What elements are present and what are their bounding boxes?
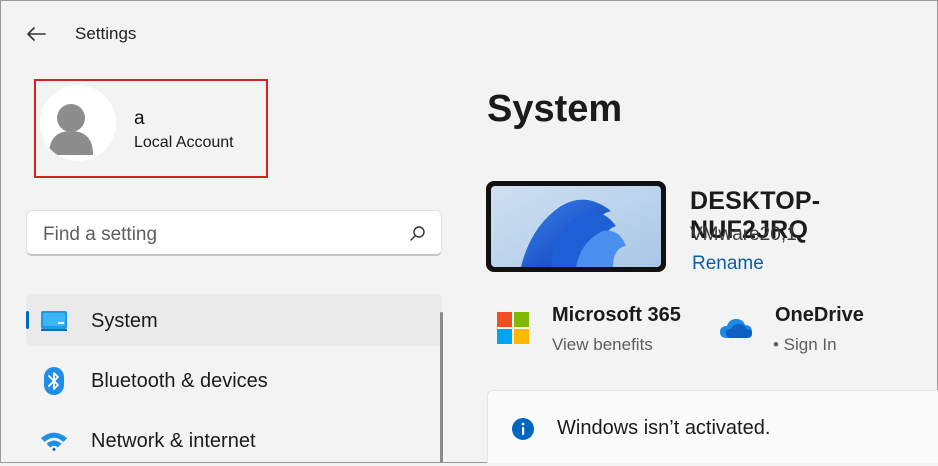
window-title: Settings — [75, 24, 137, 43]
back-button[interactable] — [22, 20, 50, 48]
bluetooth-icon — [40, 367, 68, 395]
rename-link[interactable]: Rename — [692, 253, 764, 275]
wifi-icon — [40, 428, 68, 454]
sidebar-item-system[interactable]: System — [26, 294, 442, 346]
back-arrow-icon — [27, 27, 46, 41]
selection-indicator — [26, 311, 29, 329]
search-icon[interactable] — [409, 225, 427, 243]
search-input[interactable]: Find a setting — [43, 224, 157, 246]
device-wallpaper-image — [486, 181, 666, 272]
page-title: System — [487, 88, 623, 130]
search-box[interactable]: Find a setting — [26, 210, 442, 256]
onedrive-cloud-icon[interactable] — [719, 316, 753, 340]
sidebar-scrollbar[interactable] — [440, 312, 443, 463]
account-highlight-box — [34, 79, 268, 178]
device-model: VMware20,1 — [690, 224, 797, 245]
onedrive-title[interactable]: OneDrive — [775, 304, 864, 327]
info-icon — [512, 418, 534, 440]
system-monitor-icon — [40, 308, 68, 334]
sidebar-item-label: System — [91, 310, 158, 332]
sidebar-item-label: Bluetooth & devices — [91, 370, 268, 392]
sidebar-item-label: Network & internet — [91, 430, 256, 452]
sidebar-item-network[interactable]: Network & internet — [26, 414, 442, 466]
microsoft365-view-benefits-link[interactable]: View benefits — [552, 335, 653, 355]
activation-message: Windows isn’t activated. — [557, 417, 771, 439]
activation-banner[interactable]: Windows isn’t activated. — [487, 390, 938, 463]
microsoft365-title[interactable]: Microsoft 365 — [552, 304, 681, 327]
sidebar-item-bluetooth[interactable]: Bluetooth & devices — [26, 354, 442, 406]
microsoft-logo-icon[interactable] — [497, 312, 529, 344]
onedrive-sign-in-link[interactable]: • Sign In — [773, 335, 837, 355]
